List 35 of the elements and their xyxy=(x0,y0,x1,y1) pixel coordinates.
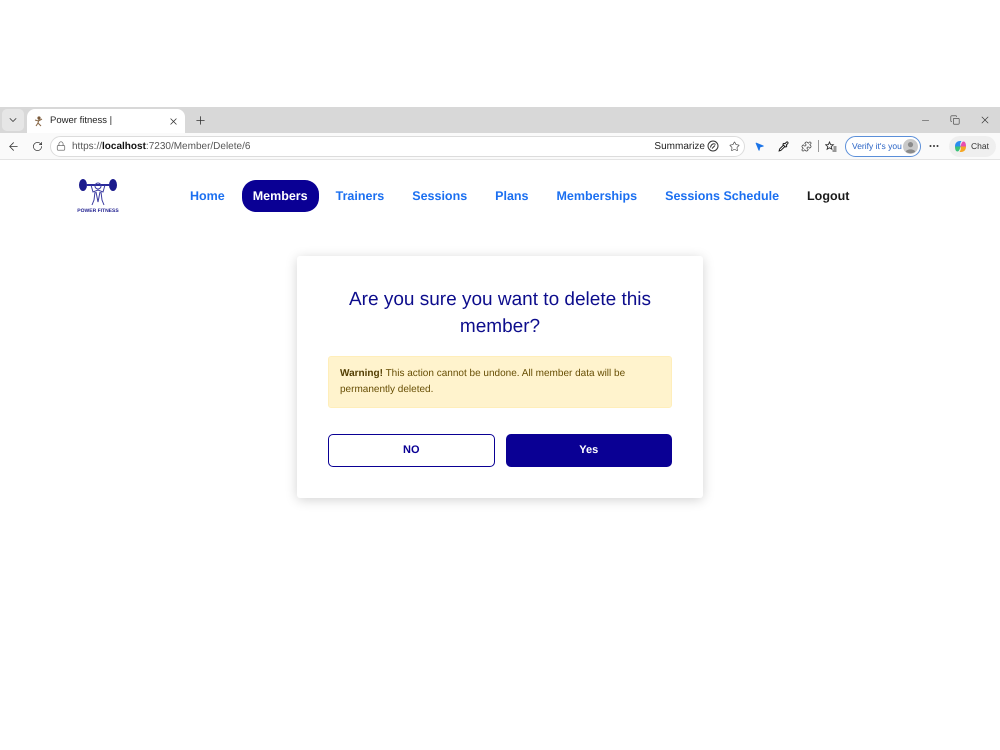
copilot-icon xyxy=(954,140,967,152)
url-field[interactable]: https://localhost:7230/Member/Delete/6 Summarize xyxy=(50,136,745,156)
reload-icon xyxy=(32,140,42,152)
nav-link[interactable]: Memberships xyxy=(546,180,648,212)
summarize-button[interactable]: Summarize xyxy=(654,138,719,154)
nav-link[interactable]: Logout xyxy=(796,180,860,212)
figure-icon xyxy=(34,116,44,126)
cancel-button[interactable]: NO xyxy=(328,434,494,467)
url-text: https://localhost:7230/Member/Delete/6 xyxy=(72,140,250,154)
nav-link[interactable]: Trainers xyxy=(324,180,396,212)
dialog-title: Are you sure you want to delete this member? xyxy=(348,288,652,339)
eyedropper-icon xyxy=(778,140,788,152)
nav-link[interactable]: Members xyxy=(242,180,319,212)
summarize-icon xyxy=(707,140,719,152)
nav-link[interactable]: Plans xyxy=(484,180,540,212)
nav-link[interactable]: Sessions xyxy=(401,180,478,212)
puzzle-icon xyxy=(800,140,812,152)
nav-link[interactable]: Home xyxy=(179,180,236,212)
cursor-arrow-icon xyxy=(754,140,764,152)
weightlifter-logo-icon xyxy=(78,178,118,206)
avatar-icon xyxy=(903,138,918,154)
star-list-icon xyxy=(825,140,837,152)
lock-icon xyxy=(56,141,66,151)
plus-icon xyxy=(194,114,206,126)
star-icon[interactable] xyxy=(729,140,740,152)
restore-icon xyxy=(950,115,960,125)
verify-button[interactable]: Verify it's you xyxy=(845,136,921,156)
warning-text: Warning! This action cannot be undone. All member data will be permanently deleted. xyxy=(340,367,626,397)
close-icon[interactable] xyxy=(168,116,179,126)
back-arrow-icon xyxy=(6,140,20,152)
close-icon xyxy=(979,114,991,126)
nav-link[interactable]: Sessions Schedule xyxy=(654,180,790,212)
browser-tab[interactable]: Power fitness | xyxy=(27,109,185,133)
confirm-button[interactable]: Yes xyxy=(506,434,672,467)
chat-button[interactable]: Chat xyxy=(949,136,996,156)
